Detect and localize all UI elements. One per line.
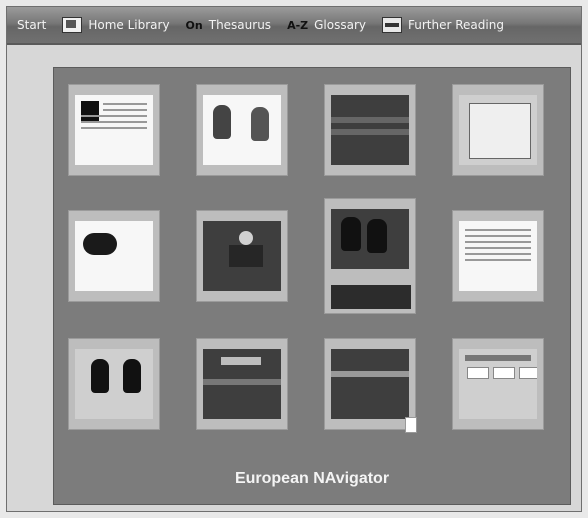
conference-banner (221, 357, 261, 365)
cartoon-figure (251, 107, 269, 141)
thesaurus-icon: On (185, 18, 203, 32)
conference-preview (203, 349, 281, 419)
group-figure (341, 217, 361, 251)
caricature-shape (83, 233, 117, 255)
cartoon-figure (213, 105, 231, 139)
conference-table (203, 379, 281, 385)
app-window: Start Home Library On Thesaurus A-Z Glos… (6, 6, 582, 512)
table-stripe (331, 129, 409, 135)
thumbnail-text-page[interactable] (452, 210, 544, 302)
document-line (81, 115, 147, 117)
portrait-body (229, 245, 263, 267)
meeting-room-preview (331, 95, 409, 165)
text-line (465, 259, 531, 261)
portrait-preview (203, 221, 281, 291)
toolbar-home-library[interactable]: Home Library (62, 17, 170, 33)
document-line (81, 121, 147, 123)
further-reading-label: Further Reading (408, 18, 504, 32)
group-figure (367, 219, 387, 253)
text-line (465, 247, 531, 249)
text-line (465, 235, 531, 237)
home-library-label: Home Library (88, 18, 170, 32)
toolbar-start[interactable]: Start (17, 18, 46, 32)
web-page-preview (459, 349, 537, 419)
web-box (467, 367, 489, 379)
small-white-box (405, 417, 417, 433)
text-page-preview (459, 221, 537, 291)
thumbnail-caricature[interactable] (68, 210, 160, 302)
thumbnail-assembly[interactable] (324, 338, 417, 433)
handshake-person (123, 359, 141, 393)
thumbnail-gallery: European NAvigator (53, 67, 571, 505)
web-header-bar (465, 355, 531, 361)
cartoon-preview (203, 95, 281, 165)
handshake-person (91, 359, 109, 393)
toolbar-glossary[interactable]: A-Z Glossary (287, 18, 366, 32)
glossary-icon: A-Z (287, 18, 309, 32)
text-line (465, 229, 531, 231)
toolbar-further-reading[interactable]: Further Reading (382, 17, 504, 33)
assembly-preview (331, 349, 409, 419)
handshake-preview (75, 349, 153, 419)
thumbnail-map[interactable] (452, 84, 544, 176)
thumbnail-meeting-room[interactable] (324, 84, 416, 176)
map-graphic (469, 103, 531, 159)
top-toolbar: Start Home Library On Thesaurus A-Z Glos… (7, 7, 581, 45)
web-box (493, 367, 515, 379)
document-line (103, 109, 147, 111)
thumbnail-handshake[interactable] (68, 338, 160, 430)
thumbnail-portrait[interactable] (196, 210, 288, 302)
start-label: Start (17, 18, 47, 32)
thesaurus-label: Thesaurus (208, 18, 272, 32)
thumbnail-conference[interactable] (196, 338, 288, 430)
web-box (519, 367, 537, 379)
thumbnail-cartoon[interactable] (196, 84, 288, 176)
portrait-head (239, 231, 253, 245)
document-photo (81, 101, 99, 123)
document-line (81, 127, 147, 129)
text-line (465, 253, 531, 255)
text-line (465, 241, 531, 243)
group-photo-preview (331, 209, 409, 269)
book-icon (62, 17, 83, 33)
table-stripe (331, 117, 409, 123)
assembly-row (331, 371, 409, 377)
gallery-caption: European NAvigator (234, 470, 390, 487)
document-preview (75, 95, 153, 165)
caricature-preview (75, 221, 153, 291)
map-preview (459, 95, 537, 165)
toolbar-thesaurus[interactable]: On Thesaurus (186, 18, 272, 32)
thumbnail-document[interactable] (68, 84, 160, 176)
thumbnail-web-page[interactable] (452, 338, 544, 430)
printer-icon (382, 17, 402, 33)
glossary-label: Glossary (314, 18, 366, 32)
document-line (103, 103, 147, 105)
thumbnail-group-photo[interactable] (324, 198, 416, 314)
secondary-strip (331, 285, 411, 309)
